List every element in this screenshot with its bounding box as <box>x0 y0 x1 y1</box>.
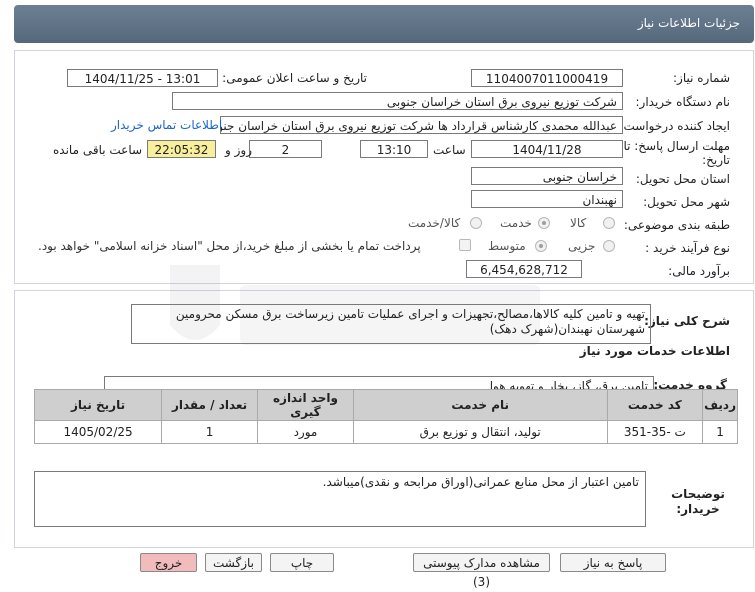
need-number-field: 1104007011000419 <box>471 69 623 87</box>
process-option-medium: متوسط <box>488 239 526 253</box>
cell-unit: مورد <box>257 420 354 444</box>
cell-code: ت -35-351 <box>606 420 704 444</box>
table-row: 1 ت -35-351 تولید، انتقال و توزیع برق مو… <box>33 420 738 444</box>
creator-label: ایجاد کننده درخواست: <box>619 119 730 133</box>
announce-datetime-field: 1404/11/25 - 13:01 <box>67 69 218 87</box>
category-radio-goods-service[interactable] <box>470 217 482 229</box>
process-radio-medium[interactable] <box>535 240 547 252</box>
reply-button[interactable]: پاسخ به نیاز <box>560 553 666 572</box>
deadline-label: مهلت ارسال پاسخ: تا تاریخ: <box>623 139 730 167</box>
category-option-goods: کالا <box>570 216 587 230</box>
need-number-label: شماره نیاز: <box>673 71 730 85</box>
days-field: 2 <box>249 140 322 158</box>
category-option-service: خدمت <box>500 216 532 230</box>
col-code-header: کد خدمت <box>606 389 704 421</box>
print-button[interactable]: چاپ <box>270 553 334 572</box>
treasury-note: پرداخت تمام یا بخشی از مبلغ خرید،از محل … <box>38 239 421 253</box>
col-index-header: ردیف <box>702 389 738 421</box>
deadline-time-field: 13:10 <box>360 140 428 158</box>
category-option-goods-service: کالا/خدمت <box>408 216 461 230</box>
description-field: تهیه و تامین کلیه کالاها،مصالح،تجهیزات و… <box>131 304 651 344</box>
hour-label: ساعت <box>433 143 466 157</box>
buyer-org-field: شرکت توزیع نیروی برق استان خراسان جنوبی <box>172 92 623 110</box>
remaining-time-field: 22:05:32 <box>147 140 216 158</box>
city-label: شهر محل تحویل: <box>643 195 730 209</box>
table-header-row: ردیف کد خدمت نام خدمت واحد اندازه گیری ت… <box>33 389 738 421</box>
col-name-header: نام خدمت <box>352 389 608 421</box>
services-table: ردیف کد خدمت نام خدمت واحد اندازه گیری ت… <box>33 389 738 444</box>
remaining-label: ساعت باقی مانده <box>53 143 143 157</box>
page-header: جزئیات اطلاعات نیاز <box>14 5 754 43</box>
col-date-header: تاریخ نیاز <box>33 389 163 421</box>
cell-name: تولید، انتقال و توزیع برق <box>352 420 608 444</box>
province-label: استان محل تحویل: <box>635 172 730 186</box>
col-qty-header: تعداد / مقدار <box>161 389 259 421</box>
city-field: نهبندان <box>471 190 623 208</box>
buyer-notes-text: تامین اعتبار از محل منابع عمرانی(اوراق م… <box>322 475 639 489</box>
description-label: شرح کلی نیاز: <box>644 314 730 328</box>
back-button[interactable]: بازگشت <box>205 553 262 572</box>
announce-label: تاریخ و ساعت اعلان عمومی: <box>222 71 367 85</box>
col-unit-header: واحد اندازه گیری <box>257 389 354 421</box>
buyer-notes-label: توضیحات خریدار: <box>671 487 725 516</box>
treasury-checkbox[interactable] <box>459 239 471 251</box>
days-label: روز و <box>225 143 252 157</box>
deadline-date-field: 1404/11/28 <box>471 140 623 158</box>
buyer-contact-link[interactable]: اطلاعات تماس خریدار <box>111 118 222 132</box>
cell-date: 1405/02/25 <box>33 420 163 444</box>
attachments-button[interactable]: مشاهده مدارک پیوستی (3) <box>413 553 550 589</box>
buyer-notes-field: تامین اعتبار از محل منابع عمرانی(اوراق م… <box>34 471 646 527</box>
process-option-minor: جزیی <box>568 239 596 253</box>
process-label: نوع فرآیند خرید : <box>645 241 730 255</box>
cell-index: 1 <box>702 420 738 444</box>
province-field: خراسان جنوبی <box>471 167 623 185</box>
budget-label: برآورد مالی: <box>668 264 730 278</box>
creator-field: عبدالله محمدی کارشناس قرارداد ها شرکت تو… <box>220 116 623 134</box>
category-label: طبقه بندی موضوعی: <box>623 218 730 232</box>
cell-qty: 1 <box>161 420 259 444</box>
category-radio-service[interactable] <box>538 217 550 229</box>
buyer-org-label: نام دستگاه خریدار: <box>635 95 731 109</box>
process-radio-minor[interactable] <box>603 240 615 252</box>
category-radio-goods[interactable] <box>603 217 615 229</box>
services-section-title: اطلاعات خدمات مورد نیاز <box>579 344 730 358</box>
exit-button[interactable]: خروج <box>140 553 197 572</box>
page-title: جزئیات اطلاعات نیاز <box>637 16 740 30</box>
